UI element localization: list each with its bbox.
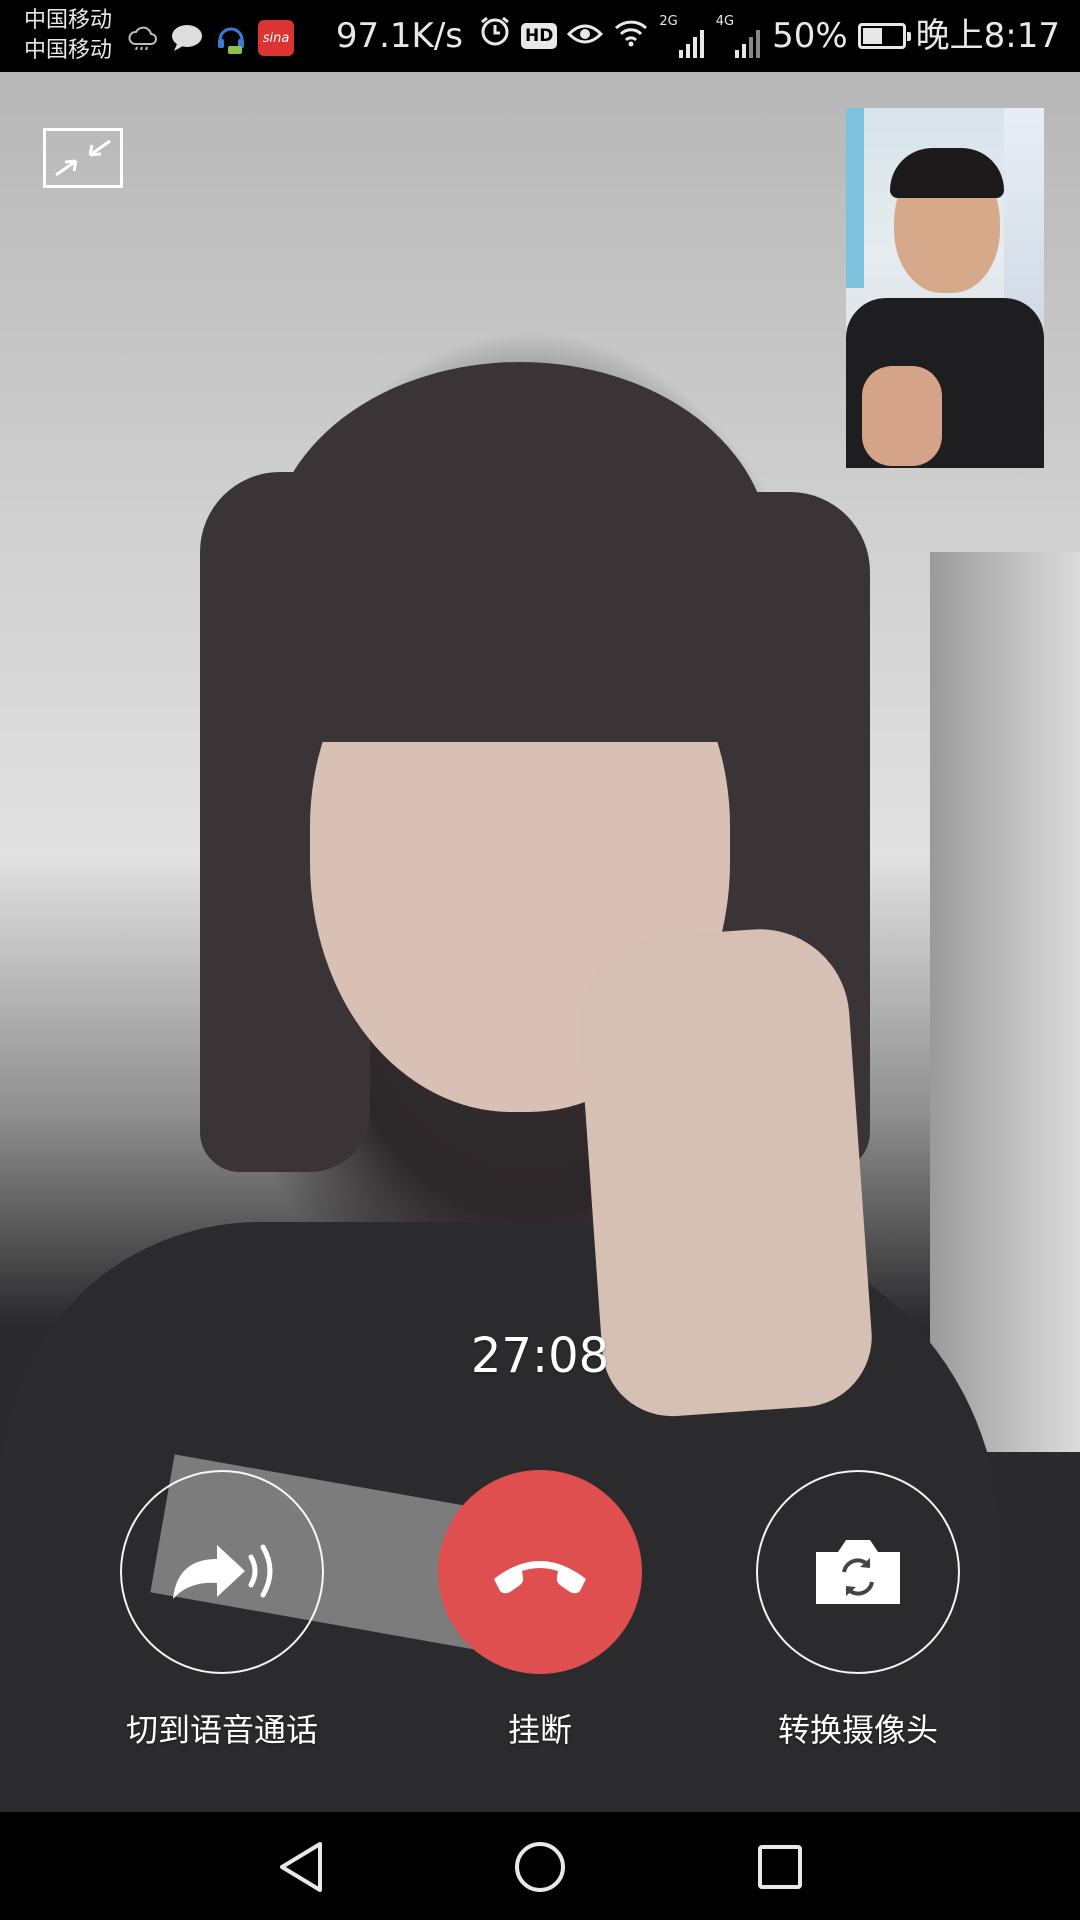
home-circle-icon[interactable] xyxy=(505,1832,575,1902)
battery-icon xyxy=(857,23,911,49)
back-triangle-icon[interactable] xyxy=(266,1832,336,1902)
switch-camera-label: 转换摄像头 xyxy=(777,1711,938,1749)
status-bar: 中国移动 中国移动 sina 97.1K/s HD 2G 4G 50% 晚上8:… xyxy=(0,0,1080,72)
sina-weibo-icon: sina xyxy=(258,20,294,56)
minimize-icon[interactable] xyxy=(43,128,123,188)
net-speed: 97.1K/s xyxy=(335,16,463,56)
recent-apps-square-icon[interactable] xyxy=(745,1832,815,1902)
alarm-icon xyxy=(479,14,511,58)
hang-up-control: 挂断 xyxy=(410,1470,670,1760)
switch-to-voice-control: 切到语音通话 xyxy=(92,1470,352,1760)
hang-up-label: 挂断 xyxy=(507,1711,572,1749)
signal-2g-icon: 2G xyxy=(659,14,705,58)
switch-to-voice-label: 切到语音通话 xyxy=(125,1711,318,1749)
wifi-icon xyxy=(613,14,649,58)
switch-to-voice-icon xyxy=(173,1544,273,1599)
phone-hangup-icon xyxy=(494,1561,586,1594)
headset-app-icon xyxy=(214,22,248,54)
carrier-1: 中国移动 xyxy=(24,8,113,33)
clock-time: 晚上8:17 xyxy=(915,16,1060,56)
battery-percent: 50% xyxy=(772,16,848,56)
camera-switch-icon xyxy=(816,1540,900,1604)
chat-bubble-icon xyxy=(170,22,204,54)
hang-up-button[interactable] xyxy=(438,1470,642,1674)
eye-icon xyxy=(567,14,604,58)
call-duration: 27:08 xyxy=(470,1328,610,1384)
navigation-bar xyxy=(0,1812,1080,1920)
carrier-labels: 中国移动 中国移动 xyxy=(24,6,112,66)
self-video-preview[interactable] xyxy=(846,108,1044,468)
cloud-icon xyxy=(126,22,160,54)
switch-camera-control: 转换摄像头 xyxy=(728,1470,988,1760)
hd-icon: HD xyxy=(521,23,558,49)
switch-to-voice-button[interactable] xyxy=(120,1470,324,1674)
battery-level-fill xyxy=(862,28,882,44)
video-call-screen: 中国移动 中国移动 sina 97.1K/s HD 2G 4G 50% 晚上8:… xyxy=(0,0,1080,1920)
signal-4g-icon: 4G xyxy=(716,14,762,58)
carrier-2: 中国移动 xyxy=(24,38,113,63)
switch-camera-button[interactable] xyxy=(756,1470,960,1674)
